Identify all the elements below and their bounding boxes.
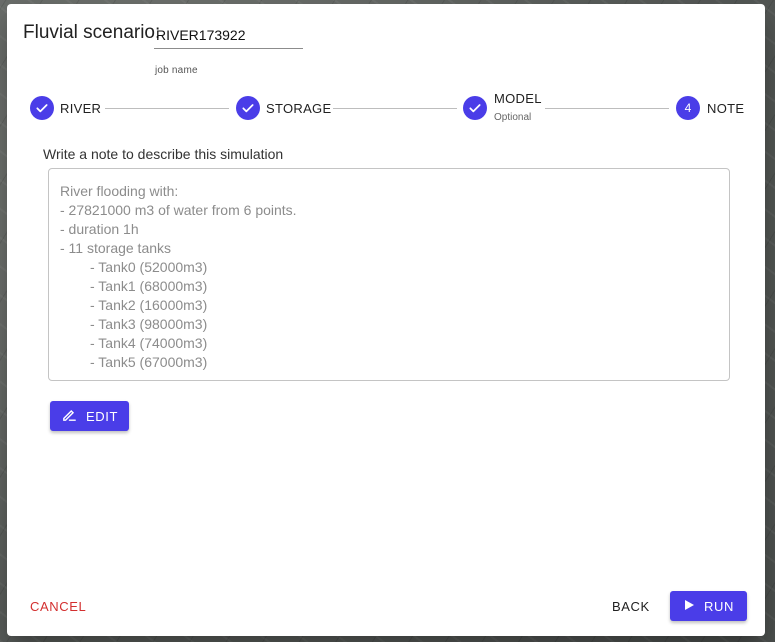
cancel-button[interactable]: CANCEL [30, 599, 86, 614]
step-storage-check-icon[interactable] [236, 96, 260, 120]
run-button-label: RUN [704, 598, 734, 614]
edit-pencil-icon [61, 406, 78, 426]
step-connector [105, 108, 229, 109]
note-line: - 11 storage tanks [60, 240, 172, 256]
back-button[interactable]: BACK [612, 599, 650, 614]
step-connector [545, 108, 669, 109]
step-model-optional: Optional [494, 112, 532, 123]
fluvial-scenario-dialog: Fluvial scenario: job name RIVER STORAGE… [7, 4, 765, 636]
step-note-label[interactable]: NOTE [707, 101, 744, 116]
play-icon [683, 599, 695, 614]
step-river-check-icon[interactable] [30, 96, 54, 120]
step-model-label[interactable]: MODEL [494, 91, 542, 106]
note-caption: Write a note to describe this simulation [43, 146, 284, 162]
run-button[interactable]: RUN [670, 591, 747, 621]
note-line: - Tank0 (52000m3) [90, 259, 208, 275]
note-line: - Tank4 (74000m3) [90, 335, 208, 351]
note-textarea[interactable]: River flooding with: - 27821000 m3 of wa… [48, 168, 730, 381]
step-connector [333, 108, 457, 109]
note-line: - 27821000 m3 of water from 6 points. [60, 202, 297, 218]
note-line: - Tank3 (98000m3) [90, 316, 208, 332]
note-line: - Tank5 (67000m3) [90, 354, 208, 370]
edit-button[interactable]: EDIT [50, 401, 129, 431]
step-note-number[interactable]: 4 [676, 96, 700, 120]
step-river-label[interactable]: RIVER [60, 101, 101, 116]
note-line: River flooding with: [60, 183, 179, 199]
stepper: RIVER STORAGE MODEL Optional 4 NOTE [7, 4, 765, 134]
edit-button-label: EDIT [85, 408, 118, 424]
step-storage-label[interactable]: STORAGE [266, 101, 331, 116]
note-line: - duration 1h [60, 221, 139, 237]
step-model-check-icon[interactable] [463, 96, 487, 120]
note-line: - Tank1 (68000m3) [90, 278, 208, 294]
note-line: - Tank2 (16000m3) [90, 297, 208, 313]
